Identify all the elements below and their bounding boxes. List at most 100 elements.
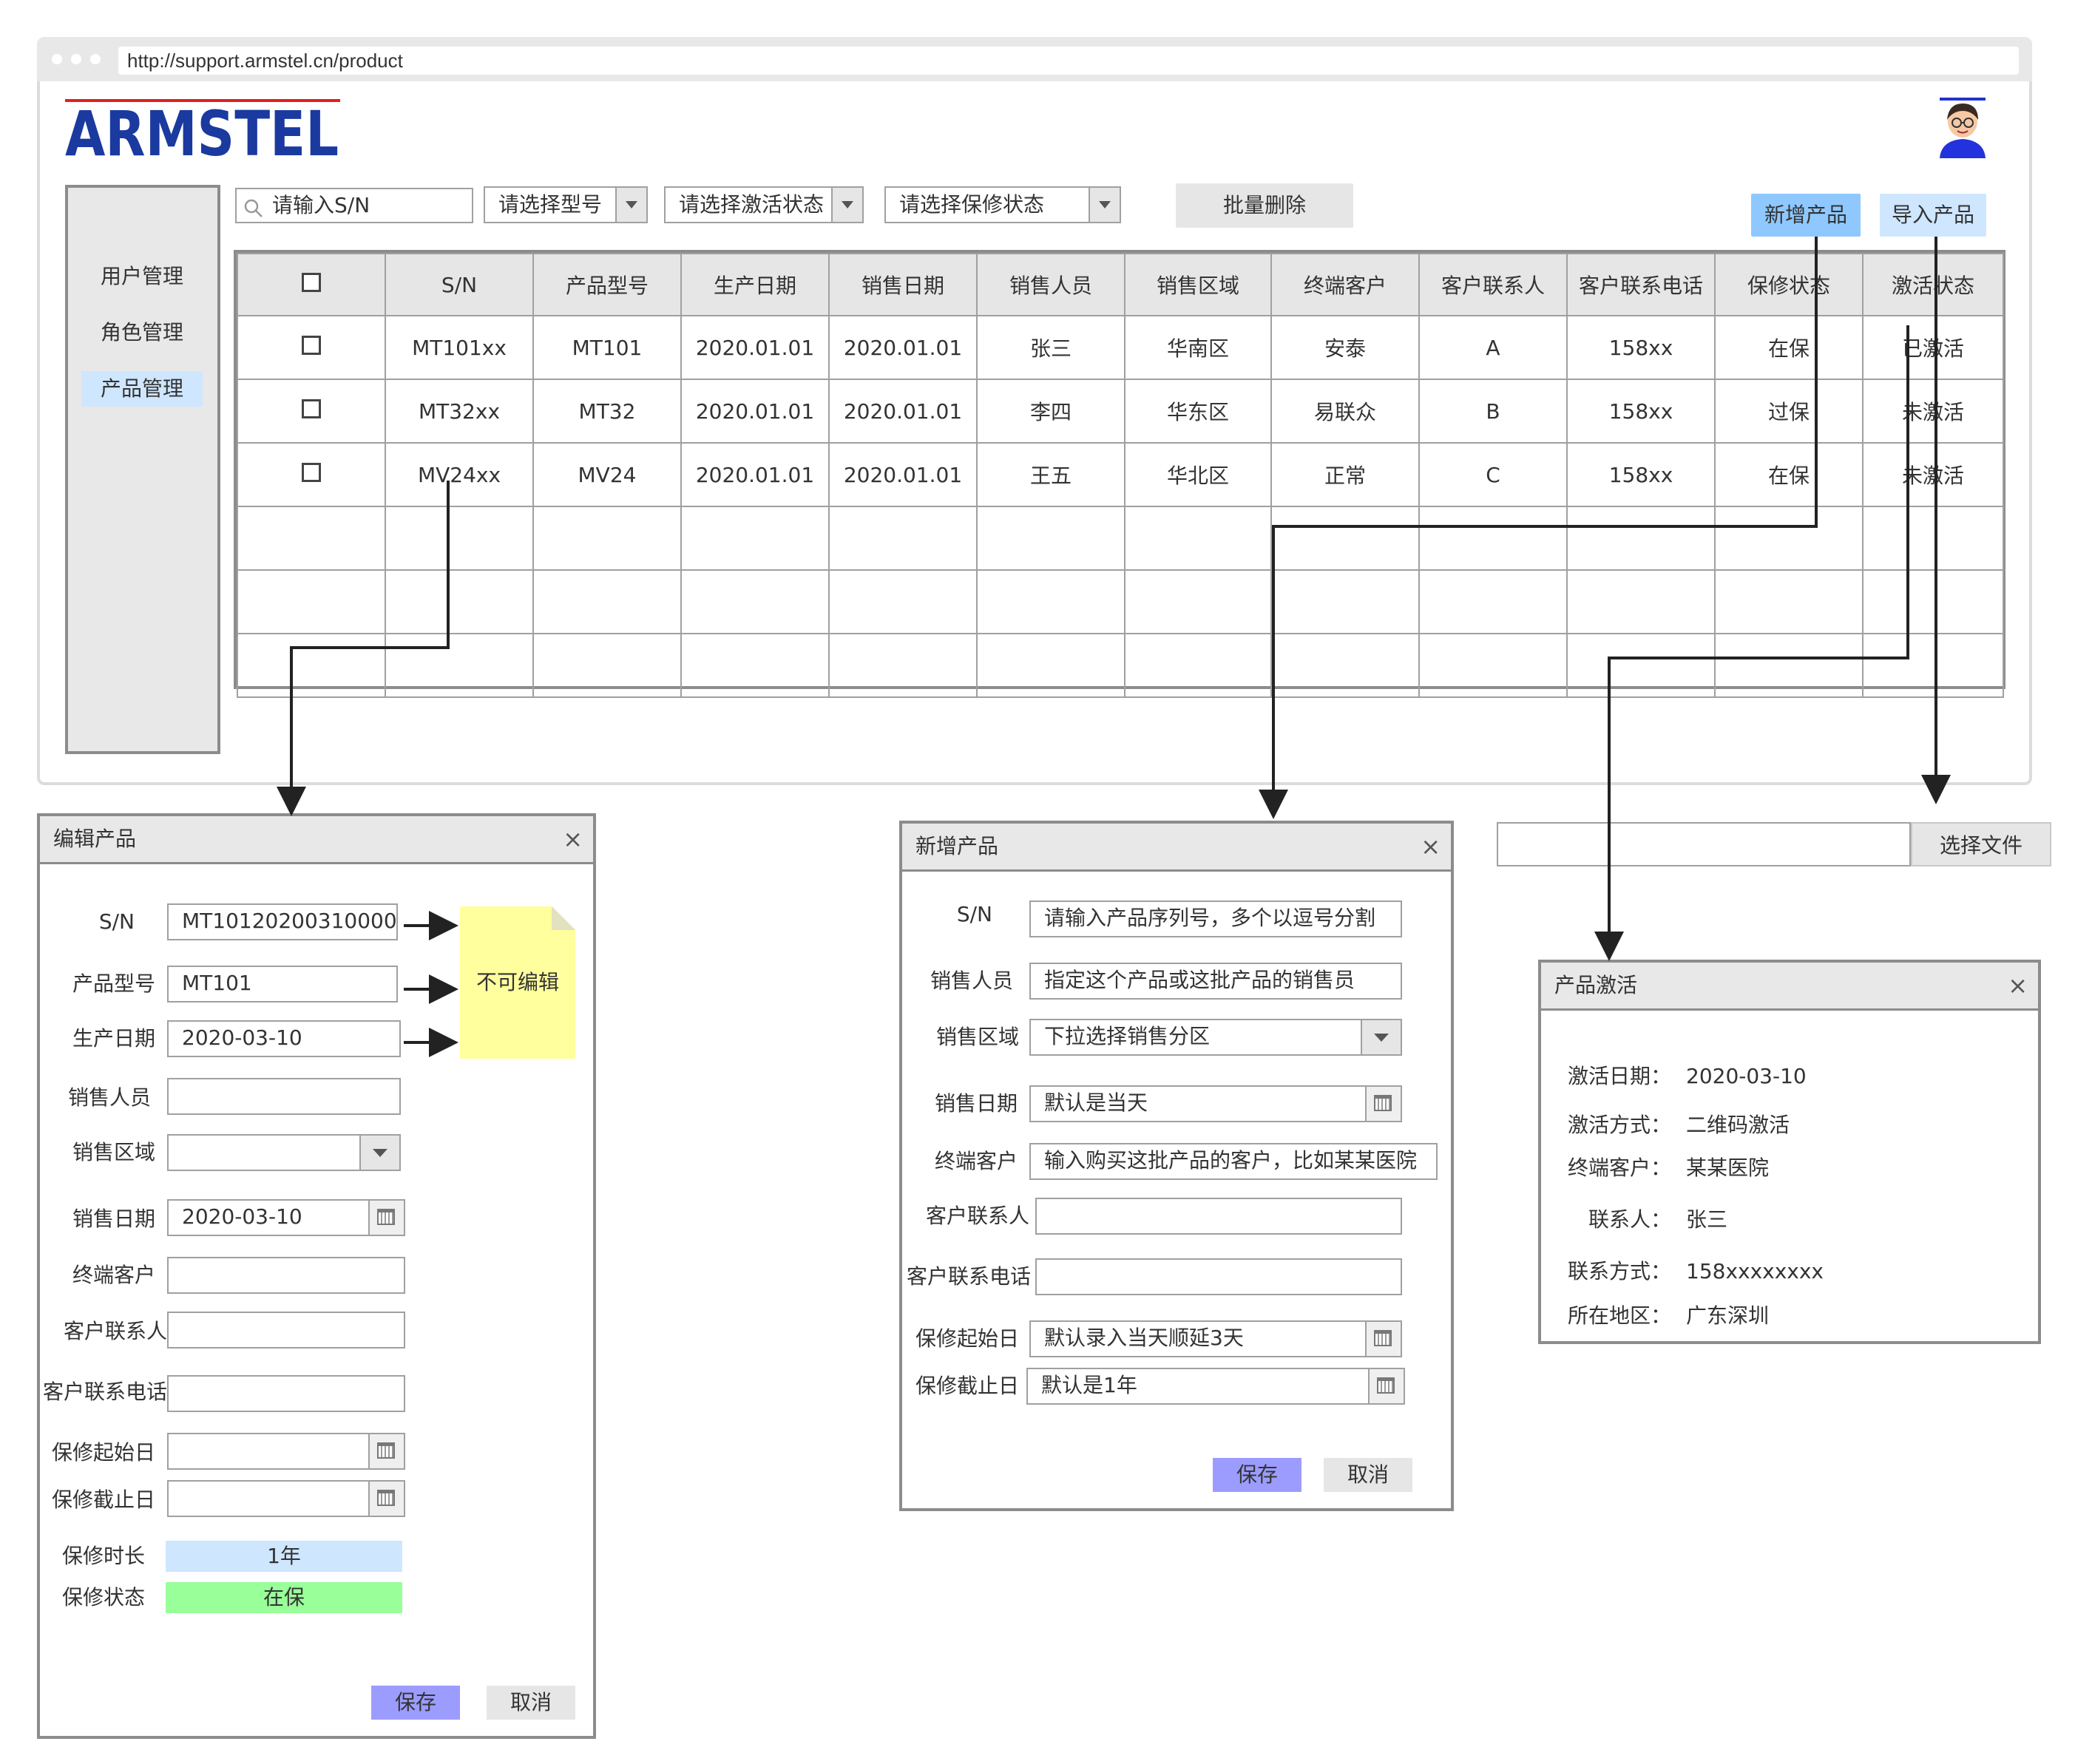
row-checkbox[interactable] — [302, 462, 321, 482]
sales-region-select[interactable]: 下拉选择销售分区 — [1029, 1019, 1402, 1056]
prod-date-label: 生产日期 — [72, 1026, 155, 1051]
contact-input[interactable] — [1035, 1198, 1402, 1235]
end-customer-field[interactable] — [167, 1257, 405, 1294]
note-fold — [552, 906, 575, 930]
sales-region-select[interactable] — [167, 1134, 401, 1171]
calendar-icon[interactable] — [1365, 1322, 1401, 1356]
select-all-checkbox[interactable] — [302, 272, 321, 292]
sales-date-label: 销售日期 — [72, 1207, 155, 1231]
url-field[interactable]: http://support.armstel.cn/product — [118, 47, 2019, 75]
sn-link[interactable]: MT32xx — [385, 379, 534, 444]
column-header[interactable]: 销售人员 — [976, 253, 1125, 316]
calendar-icon[interactable] — [368, 1201, 404, 1235]
sales-date-input[interactable]: 默认是当天 — [1029, 1085, 1402, 1122]
import-product-button[interactable]: 导入产品 — [1880, 194, 1986, 237]
calendar-icon[interactable] — [368, 1434, 404, 1468]
column-header[interactable]: 激活状态 — [1862, 253, 2004, 316]
row-checkbox[interactable] — [302, 398, 321, 418]
activation-status-link[interactable]: 已激活 — [1862, 315, 2004, 380]
close-icon[interactable]: × — [1421, 824, 1441, 869]
table-cell: 158xx — [1566, 379, 1716, 444]
warranty-select[interactable]: 请选择保修状态 — [884, 186, 1121, 223]
model-select[interactable]: 请选择型号 — [484, 186, 648, 223]
sales-person-field[interactable] — [167, 1078, 401, 1115]
warranty-status-label: 保修状态 — [61, 1585, 145, 1609]
save-button[interactable]: 保存 — [371, 1686, 460, 1720]
save-button[interactable]: 保存 — [1213, 1458, 1301, 1492]
sidebar-item-roles[interactable]: 角色管理 — [81, 315, 203, 350]
calendar-icon[interactable] — [368, 1482, 404, 1516]
search-input[interactable]: 请输入S/N — [235, 188, 473, 223]
chevron-down-icon — [359, 1136, 399, 1170]
sidebar-item-products[interactable]: 产品管理 — [81, 371, 203, 407]
contact-phone-field[interactable] — [167, 1375, 405, 1412]
model-select-label: 请选择型号 — [498, 192, 603, 217]
warranty-end-field[interactable] — [167, 1480, 405, 1517]
table-header-row: S/N 产品型号 生产日期 销售日期 销售人员 销售区域 终端客户 客户联系人 … — [237, 253, 2004, 316]
dialog-title: 新增产品 — [915, 834, 999, 858]
batch-delete-button[interactable]: 批量删除 — [1176, 183, 1353, 228]
user-avatar-icon[interactable] — [1934, 98, 1991, 158]
column-header[interactable]: 销售日期 — [828, 253, 978, 316]
table-cell: MT101 — [532, 315, 682, 380]
calendar-icon[interactable] — [1368, 1369, 1404, 1403]
column-header[interactable]: 终端客户 — [1270, 253, 1420, 316]
contact-phone-input[interactable] — [1035, 1258, 1402, 1295]
cancel-button[interactable]: 取消 — [1324, 1458, 1412, 1492]
search-placeholder: 请输入S/N — [272, 193, 370, 217]
activation-select[interactable]: 请选择激活状态 — [664, 186, 864, 223]
column-header[interactable]: 客户联系人 — [1418, 253, 1568, 316]
chevron-down-icon — [1361, 1020, 1401, 1054]
warranty-start-label: 保修起始日 — [51, 1440, 155, 1465]
table-cell: 王五 — [976, 442, 1125, 507]
file-path-input[interactable] — [1497, 822, 1911, 866]
info-label: 联系人： — [1588, 1207, 1671, 1232]
end-customer-input[interactable]: 输入购买这批产品的客户，比如某某医院 — [1029, 1143, 1438, 1180]
empty-row — [237, 506, 2004, 571]
column-header[interactable]: 保修状态 — [1714, 253, 1864, 316]
table-cell: 2020.01.01 — [828, 442, 978, 507]
sales-date-field[interactable]: 2020-03-10 — [167, 1199, 405, 1236]
row-checkbox[interactable] — [302, 335, 321, 355]
sales-region-value: 下拉选择销售分区 — [1044, 1024, 1211, 1048]
add-product-button[interactable]: 新增产品 — [1751, 194, 1861, 237]
contact-field[interactable] — [167, 1312, 405, 1349]
sales-person-input[interactable]: 指定这个产品或这批产品的销售员 — [1029, 963, 1402, 1000]
column-header[interactable]: 生产日期 — [680, 253, 830, 316]
sn-link[interactable]: MT101xx — [385, 315, 534, 380]
warranty-start-input[interactable]: 默认录入当天顺延3天 — [1029, 1320, 1402, 1357]
warranty-end-value: 默认是1年 — [1041, 1373, 1137, 1397]
end-customer-label: 终端客户 — [72, 1263, 155, 1287]
warranty-start-field[interactable] — [167, 1433, 405, 1470]
sales-person-label: 销售人员 — [67, 1085, 151, 1110]
info-label: 终端客户： — [1567, 1156, 1671, 1180]
warranty-end-input[interactable]: 默认是1年 — [1026, 1368, 1405, 1405]
model-label: 产品型号 — [72, 971, 155, 996]
info-value: 二维码激活 — [1686, 1113, 1790, 1137]
table-cell: 158xx — [1566, 315, 1716, 380]
sales-date-value: 默认是当天 — [1044, 1090, 1148, 1115]
table-cell: 在保 — [1714, 315, 1864, 380]
chevron-down-icon — [1089, 188, 1120, 222]
choose-file-button[interactable]: 选择文件 — [1911, 822, 2051, 866]
dialog-header: 编辑产品 × — [40, 816, 593, 864]
warranty-start-label: 保修起始日 — [915, 1326, 1019, 1351]
sidebar-item-users[interactable]: 用户管理 — [81, 259, 203, 294]
close-icon[interactable]: × — [563, 816, 583, 862]
sales-region-label: 销售区域 — [935, 1025, 1019, 1049]
dialog-header: 新增产品 × — [902, 824, 1451, 872]
empty-row — [237, 633, 2004, 698]
calendar-icon[interactable] — [1365, 1087, 1401, 1121]
warranty-start-value: 默认录入当天顺延3天 — [1044, 1326, 1244, 1350]
column-header[interactable]: 客户联系电话 — [1566, 253, 1716, 316]
column-header[interactable]: 产品型号 — [532, 253, 682, 316]
info-value: 某某医院 — [1686, 1156, 1770, 1180]
sn-input[interactable]: 请输入产品序列号，多个以逗号分割 — [1029, 900, 1402, 937]
cancel-button[interactable]: 取消 — [487, 1686, 575, 1720]
sn-link[interactable]: MV24xx — [385, 442, 534, 507]
column-header[interactable]: S/N — [385, 253, 534, 316]
warranty-end-label: 保修截止日 — [915, 1374, 1019, 1398]
close-icon[interactable]: × — [2008, 963, 2028, 1008]
header-checkbox-cell — [237, 253, 386, 316]
column-header[interactable]: 销售区域 — [1124, 253, 1272, 316]
